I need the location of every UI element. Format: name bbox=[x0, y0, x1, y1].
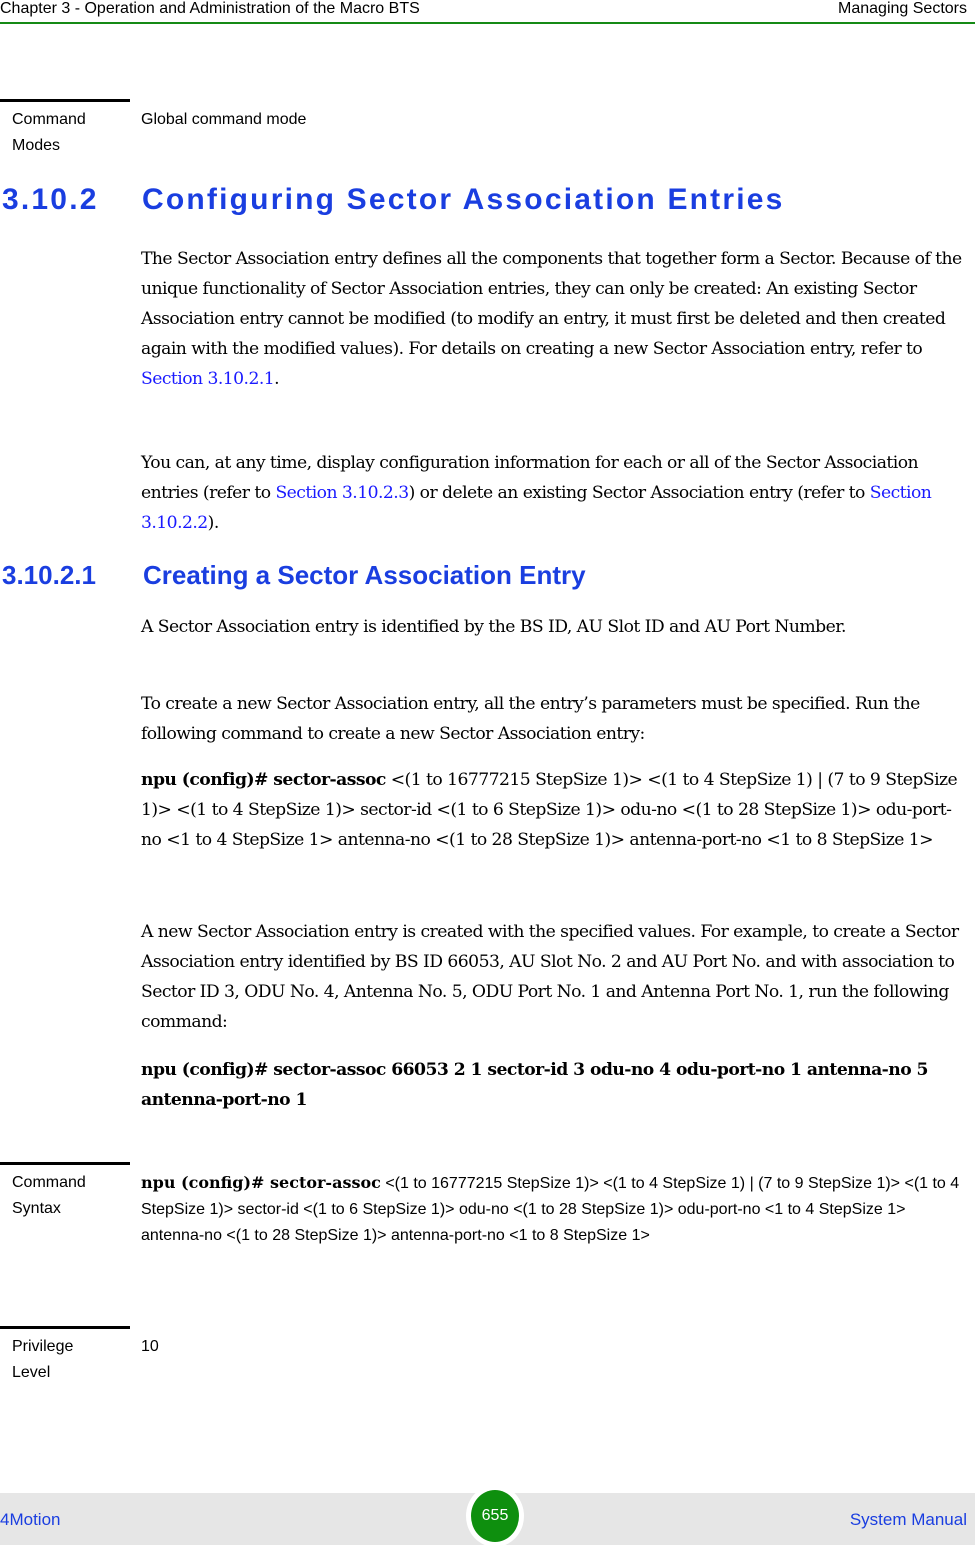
divider bbox=[0, 1326, 130, 1329]
subsection-heading: 3.10.2.1 Creating a Sector Association En… bbox=[2, 560, 586, 591]
page-number-badge: 655 bbox=[466, 1485, 524, 1547]
label-line: Command bbox=[12, 111, 86, 128]
privilege-level-label: Privilege Level bbox=[12, 1334, 122, 1386]
link-section-3-10-2-3[interactable]: Section 3.10.2.3 bbox=[275, 483, 409, 503]
label-line: Privilege bbox=[12, 1338, 74, 1355]
subsection-heading-text: Creating a Sector Association Entry bbox=[143, 560, 586, 590]
paragraph-text: The Sector Association entry defines all… bbox=[141, 249, 962, 359]
paragraph-text: . bbox=[274, 369, 280, 389]
paragraph-text: ) or delete an existing Sector Associati… bbox=[408, 483, 870, 503]
label-line: Modes bbox=[12, 137, 61, 154]
command-keyword: npu (config)# sector-assoc bbox=[141, 770, 386, 790]
divider bbox=[0, 1162, 130, 1165]
command-syntax-value: npu (config)# sector-assoc <(1 to 167772… bbox=[141, 1170, 971, 1249]
divider bbox=[0, 99, 130, 102]
chapter-title: Chapter 3 - Operation and Administration… bbox=[0, 0, 420, 17]
section-paragraph-1: The Sector Association entry defines all… bbox=[141, 244, 971, 394]
label-line: Syntax bbox=[12, 1200, 61, 1217]
page-number: 655 bbox=[471, 1490, 519, 1542]
section-number: 3.10.2 bbox=[2, 183, 99, 216]
subsection-paragraph-3: A new Sector Association entry is create… bbox=[141, 922, 959, 1032]
section-heading: 3.10.2 Configuring Sector Association Ent… bbox=[2, 183, 785, 217]
privilege-level-value: 10 bbox=[141, 1338, 159, 1355]
subsection-number: 3.10.2.1 bbox=[2, 560, 96, 590]
document-type: System Manual bbox=[849, 1510, 967, 1529]
command-modes-value: Global command mode bbox=[141, 111, 307, 128]
command-syntax-label: Command Syntax bbox=[12, 1170, 122, 1222]
label-line: Level bbox=[12, 1364, 51, 1381]
command-modes-label: Command Modes bbox=[12, 107, 122, 159]
paragraph-text: ). bbox=[207, 513, 220, 533]
section-heading-text: Configuring Sector Association Entries bbox=[142, 183, 785, 216]
product-name: 4Motion bbox=[0, 1510, 61, 1529]
command-keyword: npu (config)# sector-assoc bbox=[141, 1173, 381, 1192]
example-command: npu (config)# sector-assoc 66053 2 1 sec… bbox=[141, 1060, 929, 1110]
section-title: Managing Sectors bbox=[838, 0, 967, 17]
section-paragraph-2: You can, at any time, display configurat… bbox=[141, 448, 971, 538]
label-line: Command bbox=[12, 1174, 86, 1191]
subsection-paragraph-2: To create a new Sector Association entry… bbox=[141, 694, 920, 744]
link-section-3-10-2-1[interactable]: Section 3.10.2.1 bbox=[141, 369, 275, 389]
subsection-paragraph-1: A Sector Association entry is identified… bbox=[141, 617, 846, 637]
command-syntax-paragraph: npu (config)# sector-assoc <(1 to 167772… bbox=[141, 765, 971, 855]
page-header: Chapter 3 - Operation and Administration… bbox=[0, 0, 975, 24]
